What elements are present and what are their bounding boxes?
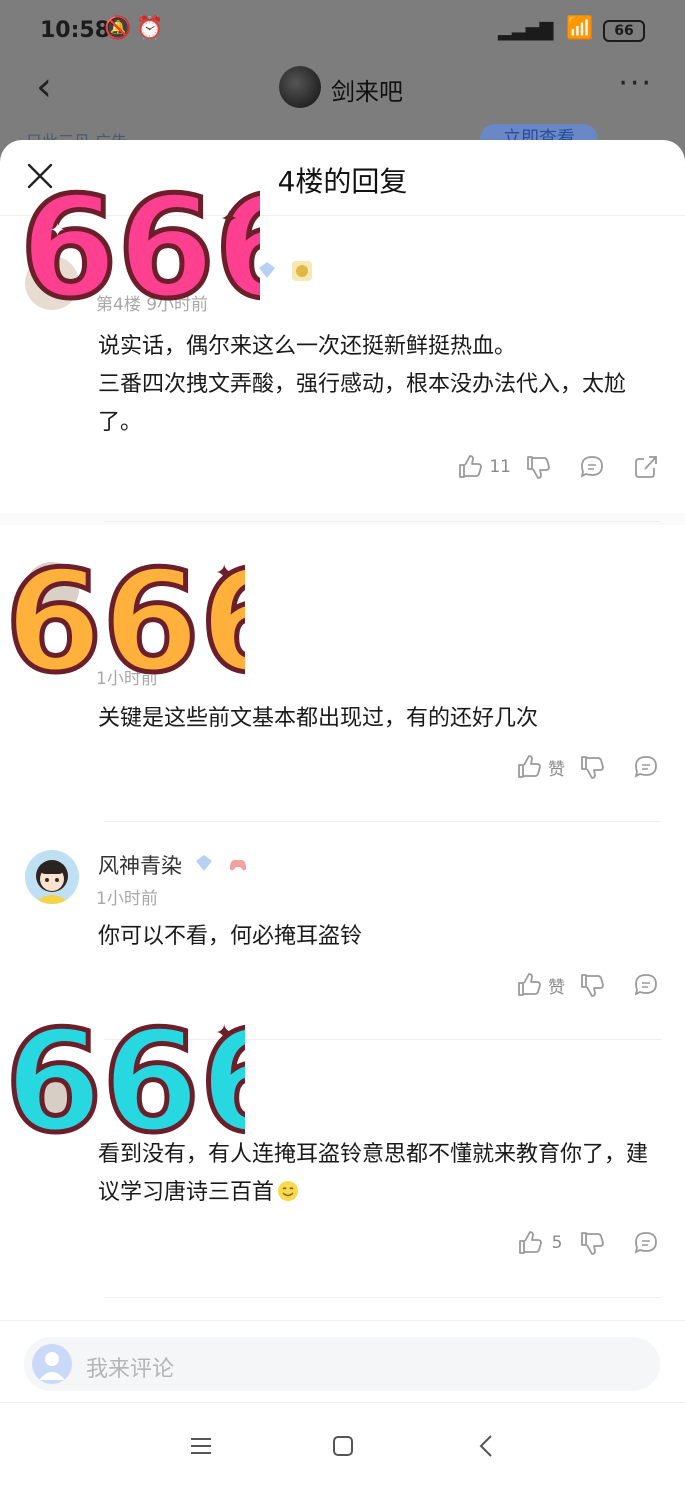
level-badge-icon (259, 262, 275, 278)
forum-avatar[interactable] (279, 66, 321, 108)
avatar[interactable] (25, 850, 79, 904)
like-count: 赞 (548, 977, 565, 998)
reply-item: 风神青染 1小时前 你可以不看，何必掩耳盗铃 赞 (0, 822, 685, 1040)
comment-icon[interactable] (579, 454, 605, 480)
comment-input[interactable]: 我来评论 (24, 1337, 660, 1391)
username[interactable]: 风神青染 (98, 850, 249, 880)
thumb-down-icon[interactable] (525, 454, 551, 480)
reply-actions: 5 (517, 1228, 659, 1258)
thumb-up-icon[interactable] (516, 754, 542, 780)
like-count: 赞 (548, 759, 565, 780)
back-icon[interactable]: ‹ (36, 64, 52, 110)
reply-body: 说实话，偶尔来这么一次还挺新鲜挺热血。 三番四次拽文弄酸，强行感动，根本没办法代… (98, 334, 627, 435)
system-nav-bar (0, 1402, 685, 1485)
comment-icon[interactable] (633, 1230, 659, 1256)
reply-meta: 第4楼 9小时前 (96, 295, 209, 315)
thumb-up-icon[interactable] (516, 972, 542, 998)
thumb-down-icon[interactable] (579, 754, 605, 780)
smile-emoji-icon (278, 1181, 299, 1201)
mute-icon: 🔕 (104, 16, 132, 41)
level-badge-icon (219, 1067, 235, 1083)
reply-meta: 1小时前 (96, 669, 158, 689)
sheet-title: 4楼的回复 (277, 165, 408, 198)
reply-item: 看到没有，有人连掩耳盗铃意思都不懂就来教育你了，建议学习唐诗三百首 5 (0, 1040, 685, 1298)
avatar[interactable] (25, 562, 79, 616)
reply-meta: 1小时前 (96, 889, 158, 909)
username[interactable] (98, 260, 313, 285)
level-badge-icon (195, 855, 212, 871)
signal-icon: ▂▃▅▇ (498, 20, 554, 41)
comment-icon[interactable] (633, 972, 659, 998)
avatar[interactable] (25, 256, 79, 310)
reply-body: 关键是这些前文基本都出现过，有的还好几次 (98, 706, 539, 731)
thumb-down-icon[interactable] (579, 1230, 605, 1256)
game-badge-icon (230, 860, 247, 871)
forum-name[interactable]: 剑来吧 (331, 72, 403, 107)
menu-icon[interactable] (184, 1429, 218, 1463)
home-icon[interactable] (326, 1429, 360, 1463)
like-count: 5 (551, 1233, 563, 1253)
sheet-header: 4楼的回复 (0, 140, 685, 216)
thumb-up-icon[interactable] (457, 454, 483, 480)
level-badge-icon (209, 613, 225, 629)
ad-strip: 只此三见 广告 立即查看 (0, 122, 685, 142)
reply-actions: 赞 (516, 970, 659, 1000)
wifi-icon: 📶 (566, 16, 594, 41)
reply-item: 1小时前 关键是这些前文基本都出现过，有的还好几次 赞 (0, 522, 685, 822)
comment-input-bar: 我来评论 (0, 1320, 685, 1402)
share-icon[interactable] (633, 454, 659, 480)
divider (104, 1297, 661, 1298)
avatar-girl-icon (25, 850, 79, 904)
top-nav: ‹ 剑来吧 ··· (0, 62, 685, 122)
comment-placeholder: 我来评论 (86, 1357, 175, 1382)
reply-actions: 赞 (516, 752, 659, 782)
user-avatar-icon (32, 1344, 72, 1384)
reply-actions: 11 (457, 452, 659, 482)
comment-icon[interactable] (633, 754, 659, 780)
alarm-icon: ⏰ (136, 16, 164, 41)
battery-indicator: 66 (603, 20, 645, 42)
reply-body: 看到没有，有人连掩耳盗铃意思都不懂就来教育你了，建议学习唐诗三百首 (98, 1142, 649, 1205)
reply-sheet: 4楼的回复 第4楼 9小时前 说实话，偶尔来这么一次还挺新鲜挺热血。 三番四次拽… (0, 140, 685, 1485)
member-badge-icon (291, 261, 312, 281)
username[interactable] (98, 1066, 236, 1090)
username[interactable] (98, 612, 226, 636)
back-nav-icon[interactable] (470, 1429, 504, 1463)
status-time: 10:58 (40, 18, 111, 43)
like-count: 11 (489, 457, 511, 477)
thumb-up-icon[interactable] (517, 1230, 543, 1256)
thumb-down-icon[interactable] (579, 972, 605, 998)
reply-body: 你可以不看，何必掩耳盗铃 (98, 924, 363, 949)
avatar[interactable] (25, 1068, 79, 1122)
more-icon[interactable]: ··· (618, 66, 653, 101)
status-bar: 10:58 🔕 ⏰ ▂▃▅▇ 📶 66 (0, 0, 685, 62)
